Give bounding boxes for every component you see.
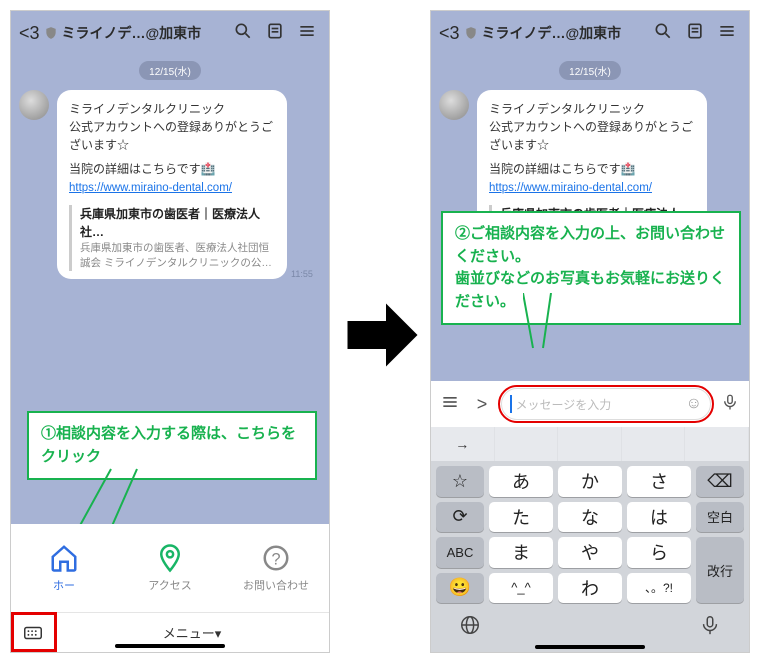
key[interactable]: な [558, 502, 622, 533]
suggestion[interactable] [558, 427, 622, 461]
back-button[interactable]: <3 [439, 23, 460, 44]
chat-title: ミライノデ…@加東市 [62, 23, 225, 43]
callout-text: ②ご相談内容を入力の上、お問い合わせください。 歯並びなどのお写真もお気軽にお送… [455, 225, 725, 310]
link-card-title: 兵庫県加東市の歯医者｜医療法人社… [80, 205, 275, 241]
search-icon[interactable] [649, 21, 677, 46]
rich-menu-label: アクセス [148, 577, 191, 593]
key[interactable]: ま [489, 537, 553, 568]
phone-screenshot-right: <3 ミライノデ…@加東市 12/15(水) ミライノデンタルクリニック 公式ア… [430, 10, 750, 653]
back-button[interactable]: <3 [19, 23, 40, 44]
rich-menu-label: お問い合わせ [243, 577, 309, 593]
msg-line: ミライノデンタルクリニック [69, 100, 275, 118]
msg-line: 当院の詳細はこちらです [69, 162, 201, 176]
key-fn[interactable]: 😀 [436, 573, 484, 604]
msg-line: ミライノデンタルクリニック [489, 100, 695, 118]
key[interactable]: は [627, 502, 691, 533]
menu-collapse-label[interactable]: メニュー▾ [55, 623, 329, 642]
avatar[interactable] [19, 90, 49, 120]
soft-keyboard: → ☆ あ か さ ⌫ ⟳ た な は 空白 ABC ま や ら 改行 😀 ^_… [431, 427, 749, 652]
key-space[interactable]: 空白 [696, 502, 744, 533]
phone-screenshot-left: <3 ミライノデ…@加東市 12/15(水) ミライノデンタルクリニック 公式ア… [10, 10, 330, 653]
suggestion[interactable] [495, 427, 559, 461]
unread-count: 3 [450, 23, 460, 44]
message-input-field[interactable]: メッセージを入力 ☺ [501, 388, 711, 420]
callout-pointer-line [523, 293, 583, 353]
rich-menu-access[interactable]: アクセス [117, 524, 223, 612]
emoji-icon[interactable]: ☺ [686, 395, 702, 413]
key[interactable]: 、。?! [627, 573, 691, 604]
keyboard-toggle-button[interactable] [11, 614, 55, 652]
msg-line: 公式アカウントへの登録ありがとうございます☆ [69, 118, 275, 154]
rich-menu-contact[interactable]: ? お問い合わせ [223, 524, 329, 612]
unread-count: 3 [30, 23, 40, 44]
suggestion-bar: → [431, 427, 749, 461]
key[interactable]: ら [627, 537, 691, 568]
rich-menu-label: ホー [53, 577, 75, 593]
hospital-icon: 🏥 [621, 162, 636, 176]
link-preview-card[interactable]: 兵庫県加東市の歯医者｜医療法人社… 兵庫県加東市の歯医者、医療法人社団恒誠会 ミ… [69, 205, 275, 270]
globe-icon[interactable] [459, 614, 481, 642]
message-row: ミライノデンタルクリニック 公式アカウントへの登録ありがとうございます☆ 当院の… [11, 86, 329, 283]
key-fn[interactable]: ABC [436, 537, 484, 568]
message-time: 11:55 [291, 269, 313, 279]
key-fn[interactable]: ☆ [436, 466, 484, 497]
link-card-desc: 兵庫県加東市の歯医者、医療法人社団恒誠会 ミライノデンタルクリニックの公… [80, 241, 275, 270]
msg-line: 当院の詳細はこちらです [489, 162, 621, 176]
pin-icon [155, 543, 185, 573]
suggestion[interactable] [622, 427, 686, 461]
keyboard-grid: ☆ あ か さ ⌫ ⟳ た な は 空白 ABC ま や ら 改行 😀 ^_^ … [431, 461, 749, 608]
menu-icon[interactable] [713, 21, 741, 46]
message-input-bar: > メッセージを入力 ☺ [431, 381, 749, 427]
keyboard-icon [22, 622, 44, 644]
rich-menu: ホー アクセス ? お問い合わせ [11, 524, 329, 612]
rich-menu-home[interactable]: ホー [11, 524, 117, 612]
input-placeholder: メッセージを入力 [516, 396, 686, 413]
dictation-icon[interactable] [699, 614, 721, 642]
key[interactable]: や [558, 537, 622, 568]
menu-icon[interactable] [293, 21, 321, 46]
rich-menu-toggle-icon[interactable] [437, 392, 463, 417]
instruction-callout-2: ②ご相談内容を入力の上、お問い合わせください。 歯並びなどのお写真もお気軽にお送… [441, 211, 741, 325]
home-icon [49, 543, 79, 573]
chat-title: ミライノデ…@加東市 [482, 23, 645, 43]
key[interactable]: ^_^ [489, 573, 553, 604]
verified-shield-icon [464, 26, 478, 40]
suggestion[interactable]: → [431, 427, 495, 461]
date-pill: 12/15(水) [139, 61, 201, 80]
key-backspace[interactable]: ⌫ [696, 466, 744, 497]
question-icon: ? [261, 543, 291, 573]
clinic-url-link[interactable]: https://www.miraino-dental.com/ [69, 182, 232, 194]
suggestion[interactable] [685, 427, 749, 461]
key[interactable]: わ [558, 573, 622, 604]
key[interactable]: あ [489, 466, 553, 497]
verified-shield-icon [44, 26, 58, 40]
home-indicator[interactable] [535, 645, 645, 649]
message-bubble: ミライノデンタルクリニック 公式アカウントへの登録ありがとうございます☆ 当院の… [57, 90, 287, 279]
expand-icon[interactable]: > [469, 394, 495, 415]
key-enter[interactable]: 改行 [696, 537, 744, 603]
search-icon[interactable] [229, 21, 257, 46]
callout-text: ①相談内容を入力する際は、こちらをクリック [41, 425, 296, 465]
text-cursor [510, 395, 512, 413]
notes-icon[interactable] [681, 21, 709, 46]
key-fn[interactable]: ⟳ [436, 502, 484, 533]
home-indicator[interactable] [115, 644, 225, 648]
date-pill: 12/15(水) [559, 61, 621, 80]
key[interactable]: か [558, 466, 622, 497]
chat-header: <3 ミライノデ…@加東市 [11, 11, 329, 55]
avatar[interactable] [439, 90, 469, 120]
instruction-callout-1: ①相談内容を入力する際は、こちらをクリック [27, 411, 317, 480]
flow-arrow-icon [345, 300, 420, 370]
chat-header: <3 ミライノデ…@加東市 [431, 11, 749, 55]
key[interactable]: た [489, 502, 553, 533]
clinic-url-link[interactable]: https://www.miraino-dental.com/ [489, 182, 652, 194]
key[interactable]: さ [627, 466, 691, 497]
svg-text:?: ? [271, 550, 280, 568]
microphone-icon[interactable] [717, 393, 743, 416]
msg-line: 公式アカウントへの登録ありがとうございます☆ [489, 118, 695, 154]
notes-icon[interactable] [261, 21, 289, 46]
hospital-icon: 🏥 [201, 162, 216, 176]
